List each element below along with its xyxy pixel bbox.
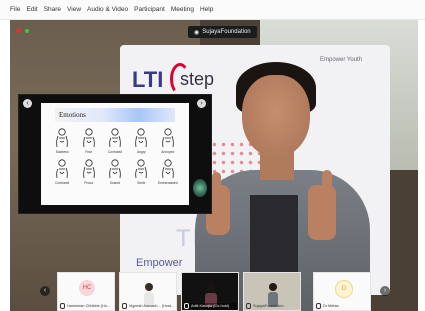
- mic-icon: [184, 303, 189, 309]
- participant-tile[interactable]: HC Harsimran Chhibbe (Ho...: [57, 272, 115, 311]
- hand-sign-icon: [135, 128, 148, 148]
- menu-share[interactable]: Share: [44, 6, 61, 13]
- sign-item: Smile: [128, 158, 154, 185]
- sign-label: Scared: [109, 181, 121, 185]
- shared-slide: Emotions Sadness Fear Confused Angry Annoyed…: [41, 103, 189, 205]
- badge-marker-icon: ◉: [194, 29, 200, 36]
- main-video-stage[interactable]: LTI step Empower Youth TL Empower ◉ Suja…: [10, 20, 418, 311]
- hand-sign-icon: [56, 159, 68, 179]
- participant-name: Dr Mehta: [323, 304, 339, 308]
- active-speaker-name: SujayaFoundation: [202, 29, 251, 35]
- hand-sign-icon: [162, 159, 174, 179]
- sign-label: Confused: [107, 150, 123, 154]
- speaker-face: [242, 75, 310, 157]
- sign-item: Embarrassed: [155, 158, 181, 185]
- sign-item: Confused: [49, 158, 75, 185]
- participant-avatar: HC: [79, 280, 95, 296]
- recording-icon: [16, 28, 21, 33]
- hand-sign-icon: [56, 128, 68, 148]
- minimize-share-icon[interactable]: ›: [197, 99, 206, 108]
- sign-item: Confused: [102, 127, 128, 154]
- participant-name-row: Vignesh Arunach... (Host...: [122, 303, 174, 309]
- participant-name-row: Aditi Kanojia (Co-host): [184, 303, 236, 309]
- prev-page-icon[interactable]: ‹: [40, 286, 50, 296]
- mic-icon: [122, 303, 127, 309]
- sign-label: Sadness: [55, 150, 69, 154]
- slide-title: Emotions: [55, 108, 175, 122]
- sign-label: Annoyed: [161, 150, 175, 154]
- status-icon: [25, 29, 29, 33]
- thumbs-up-right: [322, 170, 332, 192]
- share-camera-overlay: [193, 179, 207, 197]
- participant-name: SujayaFoundation: [253, 304, 284, 308]
- hand-sign-icon: [82, 159, 95, 179]
- sign-label: Confused: [55, 181, 70, 185]
- sign-item: Scared: [102, 158, 128, 185]
- sign-label: Smile: [137, 181, 146, 185]
- sign-item: Fear: [75, 127, 101, 154]
- participant-tile[interactable]: Aditi Kanojia (Co-host): [181, 272, 239, 311]
- menu-participant[interactable]: Participant: [134, 6, 165, 13]
- participant-name: Aditi Kanojia (Co-host): [191, 304, 229, 308]
- hand-sign-icon: [109, 128, 121, 148]
- sign-label: Embarrassed: [157, 181, 178, 185]
- mic-icon: [316, 303, 321, 309]
- hand-sign-icon: [109, 159, 121, 179]
- participant-name: Vignesh Arunach... (Host...: [128, 304, 174, 308]
- banner-step-text: step: [180, 69, 215, 89]
- hand-sign-icon: [82, 128, 95, 148]
- next-page-icon[interactable]: ›: [380, 286, 390, 296]
- menu-file[interactable]: File: [10, 6, 20, 13]
- participant-tile[interactable]: D Dr Mehta: [313, 272, 371, 311]
- mic-icon: [60, 303, 65, 309]
- sign-label: Angry: [137, 150, 146, 154]
- participant-tile[interactable]: Vignesh Arunach... (Host...: [119, 272, 177, 311]
- sign-item: Proud: [75, 158, 101, 185]
- active-speaker-badge: ◉ SujayaFoundation: [188, 26, 257, 38]
- sign-item: Sadness: [49, 127, 75, 154]
- sign-item: Annoyed: [155, 127, 181, 154]
- thumbs-up-left: [212, 172, 221, 192]
- menu-edit[interactable]: Edit: [26, 6, 37, 13]
- hand-sign-icon: [135, 159, 148, 179]
- hand-sign-icon: [162, 128, 174, 148]
- participant-name-row: Harsimran Chhibbe (Ho...: [60, 303, 112, 309]
- sign-item: Angry: [128, 127, 154, 154]
- participant-name: Harsimran Chhibbe (Ho...: [67, 304, 111, 308]
- menu-audio-video[interactable]: Audio & Video: [87, 6, 128, 13]
- close-share-icon[interactable]: ‹: [23, 99, 32, 108]
- banner-logo: LTI: [132, 67, 164, 92]
- sign-label: Fear: [85, 150, 92, 154]
- menu-meeting[interactable]: Meeting: [171, 6, 194, 13]
- speaker-hand-right: [308, 185, 336, 240]
- menu-view[interactable]: View: [67, 6, 81, 13]
- participant-strip: ‹ HC Harsimran Chhibbe (Ho... Vignesh Ar…: [10, 272, 418, 311]
- sign-grid: Sadness Fear Confused Angry Annoyed Confused P…: [49, 127, 181, 185]
- shared-content-panel[interactable]: ‹ › Emotions Sadness Fear Confused Angry Ann…: [18, 94, 212, 214]
- mic-icon: [246, 303, 251, 309]
- menu-help[interactable]: Help: [200, 6, 213, 13]
- banner-bottom-text: Empower: [136, 257, 183, 269]
- sign-label: Proud: [84, 181, 93, 185]
- participant-name-row: SujayaFoundation: [246, 303, 298, 309]
- participant-name-row: Dr Mehta: [316, 303, 368, 309]
- participant-avatar: D: [335, 280, 353, 298]
- participant-tile[interactable]: SujayaFoundation: [243, 272, 301, 311]
- menu-bar: File Edit Share View Audio & Video Parti…: [0, 0, 425, 20]
- banner-tagline: Empower Youth: [320, 57, 363, 63]
